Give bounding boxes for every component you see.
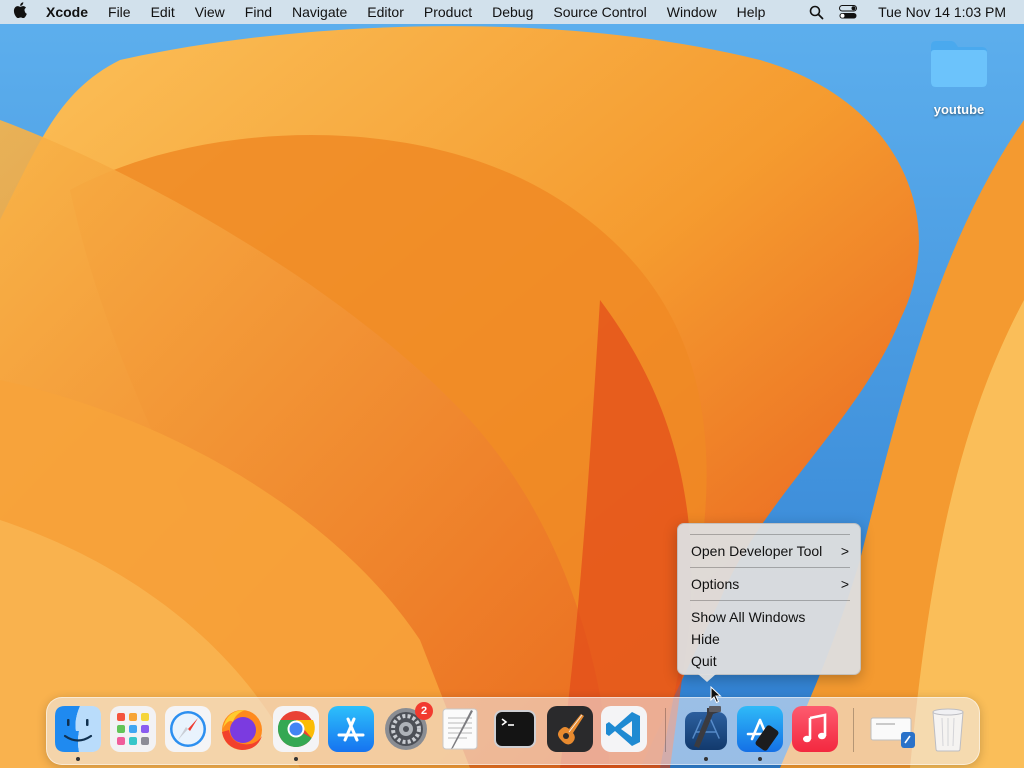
menu-separator xyxy=(690,600,850,601)
downloads-stack-icon[interactable] xyxy=(869,706,915,752)
dock-separator xyxy=(853,708,854,752)
safari-icon[interactable] xyxy=(165,706,211,752)
vscode-icon[interactable] xyxy=(601,706,647,752)
desktop-folder-label: youtube xyxy=(933,102,985,117)
launchpad-icon[interactable] xyxy=(110,706,156,752)
menu-edit[interactable]: Edit xyxy=(141,0,185,24)
menu-help[interactable]: Help xyxy=(727,0,776,24)
menu-separator xyxy=(690,534,850,535)
mouse-cursor-icon xyxy=(710,685,722,709)
chevron-right-icon: > xyxy=(840,576,849,592)
running-indicator xyxy=(758,757,762,761)
menu-source-control[interactable]: Source Control xyxy=(543,0,656,24)
textedit-icon[interactable] xyxy=(437,706,483,752)
menu-item-quit[interactable]: Quit xyxy=(691,651,851,671)
menu-bar-clock[interactable]: Tue Nov 14 1:03 PM xyxy=(864,4,1024,20)
menu-item-open-developer-tool[interactable]: Open Developer Tool > xyxy=(691,541,851,561)
menu-product[interactable]: Product xyxy=(414,0,482,24)
notification-badge: 2 xyxy=(415,702,433,720)
app-store-icon[interactable] xyxy=(328,706,374,752)
music-icon[interactable] xyxy=(792,706,838,752)
running-indicator xyxy=(704,757,708,761)
dock: 2 xyxy=(46,697,980,765)
menu-bar-status-area: Tue Nov 14 1:03 PM xyxy=(800,0,1024,24)
menu-bar: Xcode File Edit View Find Navigate Edito… xyxy=(0,0,1024,24)
control-center-icon[interactable] xyxy=(832,0,864,24)
trash-icon[interactable] xyxy=(925,706,971,752)
running-indicator xyxy=(76,757,80,761)
chrome-icon[interactable] xyxy=(273,706,319,752)
menu-find[interactable]: Find xyxy=(235,0,282,24)
desktop-wallpaper xyxy=(0,0,1024,768)
finder-icon[interactable] xyxy=(55,706,101,752)
menu-window[interactable]: Window xyxy=(657,0,727,24)
menu-item-show-all-windows[interactable]: Show All Windows xyxy=(691,607,851,627)
search-icon[interactable] xyxy=(800,0,832,24)
menu-item-label: Open Developer Tool xyxy=(691,543,823,559)
xcode-icon[interactable] xyxy=(683,706,729,752)
firefox-icon[interactable] xyxy=(219,706,265,752)
menu-view[interactable]: View xyxy=(185,0,235,24)
garageband-icon[interactable] xyxy=(547,706,593,752)
dock-separator xyxy=(665,708,666,752)
menu-file[interactable]: File xyxy=(98,0,141,24)
folder-icon xyxy=(929,38,989,88)
desktop-folder[interactable]: youtube xyxy=(920,38,998,117)
menu-app-name[interactable]: Xcode xyxy=(40,0,98,24)
menu-pointer-tail xyxy=(698,674,716,682)
menu-navigate[interactable]: Navigate xyxy=(282,0,357,24)
menu-editor[interactable]: Editor xyxy=(357,0,414,24)
menu-item-hide[interactable]: Hide xyxy=(691,629,851,649)
menu-separator xyxy=(690,567,850,568)
apple-icon[interactable] xyxy=(0,2,40,22)
simulator-icon[interactable] xyxy=(737,706,783,752)
menu-debug[interactable]: Debug xyxy=(482,0,543,24)
menu-item-label: Options xyxy=(691,576,740,592)
running-indicator xyxy=(294,757,298,761)
menu-item-options[interactable]: Options > xyxy=(691,574,851,594)
chevron-right-icon: > xyxy=(840,543,849,559)
terminal-icon[interactable] xyxy=(492,706,538,752)
dock-context-menu: Open Developer Tool > Options > Show All… xyxy=(677,523,861,682)
